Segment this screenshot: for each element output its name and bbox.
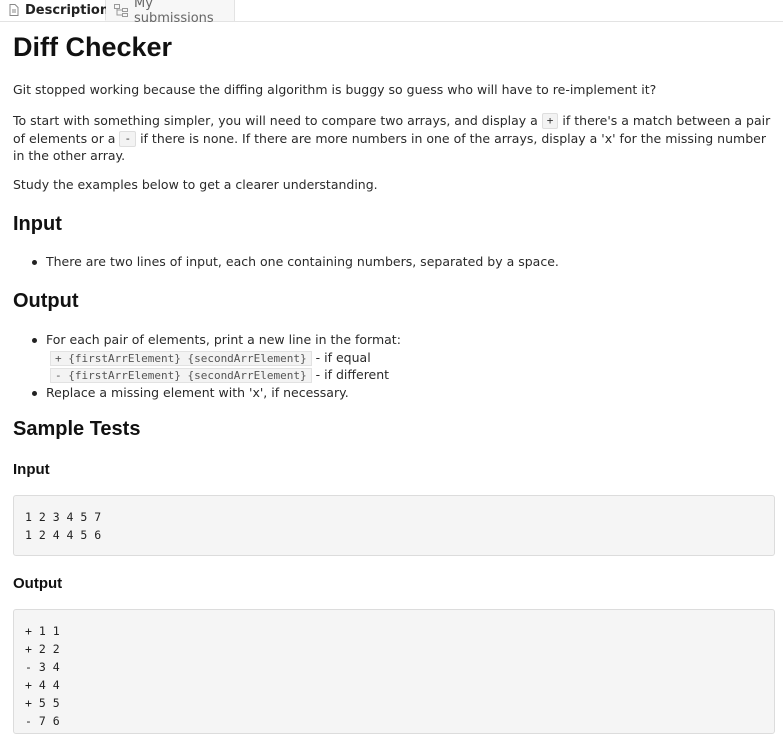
sample-input-heading: Input [13,461,50,478]
output-list: For each pair of elements, print a new l… [13,331,777,401]
list-item: There are two lines of input, each one c… [13,253,777,271]
tab-description-label: Description [25,2,110,18]
sample-tests-heading: Sample Tests [13,418,141,440]
format-diff-line: - {firstArrElement} {secondArrElement} -… [46,366,777,384]
format-diff-code: - {firstArrElement} {secondArrElement} [50,368,312,383]
sample-output-box: + 1 1 + 2 2 - 3 4 + 4 4 + 5 5 - 7 6 [13,609,775,734]
intro-text: Git stopped working because the diffing … [13,82,657,97]
format-diff-note: - if different [315,367,390,382]
input-heading: Input [13,213,62,235]
list-item: Replace a missing element with 'x', if n… [13,384,777,402]
code-line: + 2 2 [25,642,60,656]
code-line: - 3 4 [25,660,60,674]
tab-my-submissions-label: My submissions [134,0,214,26]
tab-description[interactable]: Description [0,0,110,21]
output-item-1: For each pair of elements, print a new l… [46,332,401,347]
tab-bar: Description My submissions [0,0,783,26]
document-icon [9,4,19,16]
tree-icon [114,4,128,17]
output-heading: Output [13,290,79,312]
list-item: For each pair of elements, print a new l… [13,331,777,384]
plus-badge: + [541,113,559,129]
page-title: Diff Checker [13,32,173,62]
task-part1: To start with something simpler, you wil… [13,113,538,128]
format-equal-code: + {firstArrElement} {secondArrElement} [50,350,312,366]
code-line: + 1 1 [25,624,60,638]
sample-output-heading: Output [13,575,63,592]
code-line: 1 2 3 4 5 7 [25,510,102,524]
input-list: There are two lines of input, each one c… [13,253,777,271]
task-text: To start with something simpler, you wil… [13,112,777,165]
study-text: Study the examples below to get a cleare… [13,177,378,192]
sample-input-box: 1 2 3 4 5 7 1 2 4 4 5 6 [13,495,775,556]
code-line: + 5 5 [25,696,60,710]
code-line: - 7 6 [25,714,60,728]
format-equal-note: - if equal [315,349,371,365]
code-line: 1 2 4 4 5 6 [25,528,102,542]
code-line: + 4 4 [25,678,60,692]
format-equal-line: + {firstArrElement} {secondArrElement} -… [46,349,777,367]
minus-badge: - [119,130,137,147]
tab-my-submissions[interactable]: My submissions [106,0,235,26]
